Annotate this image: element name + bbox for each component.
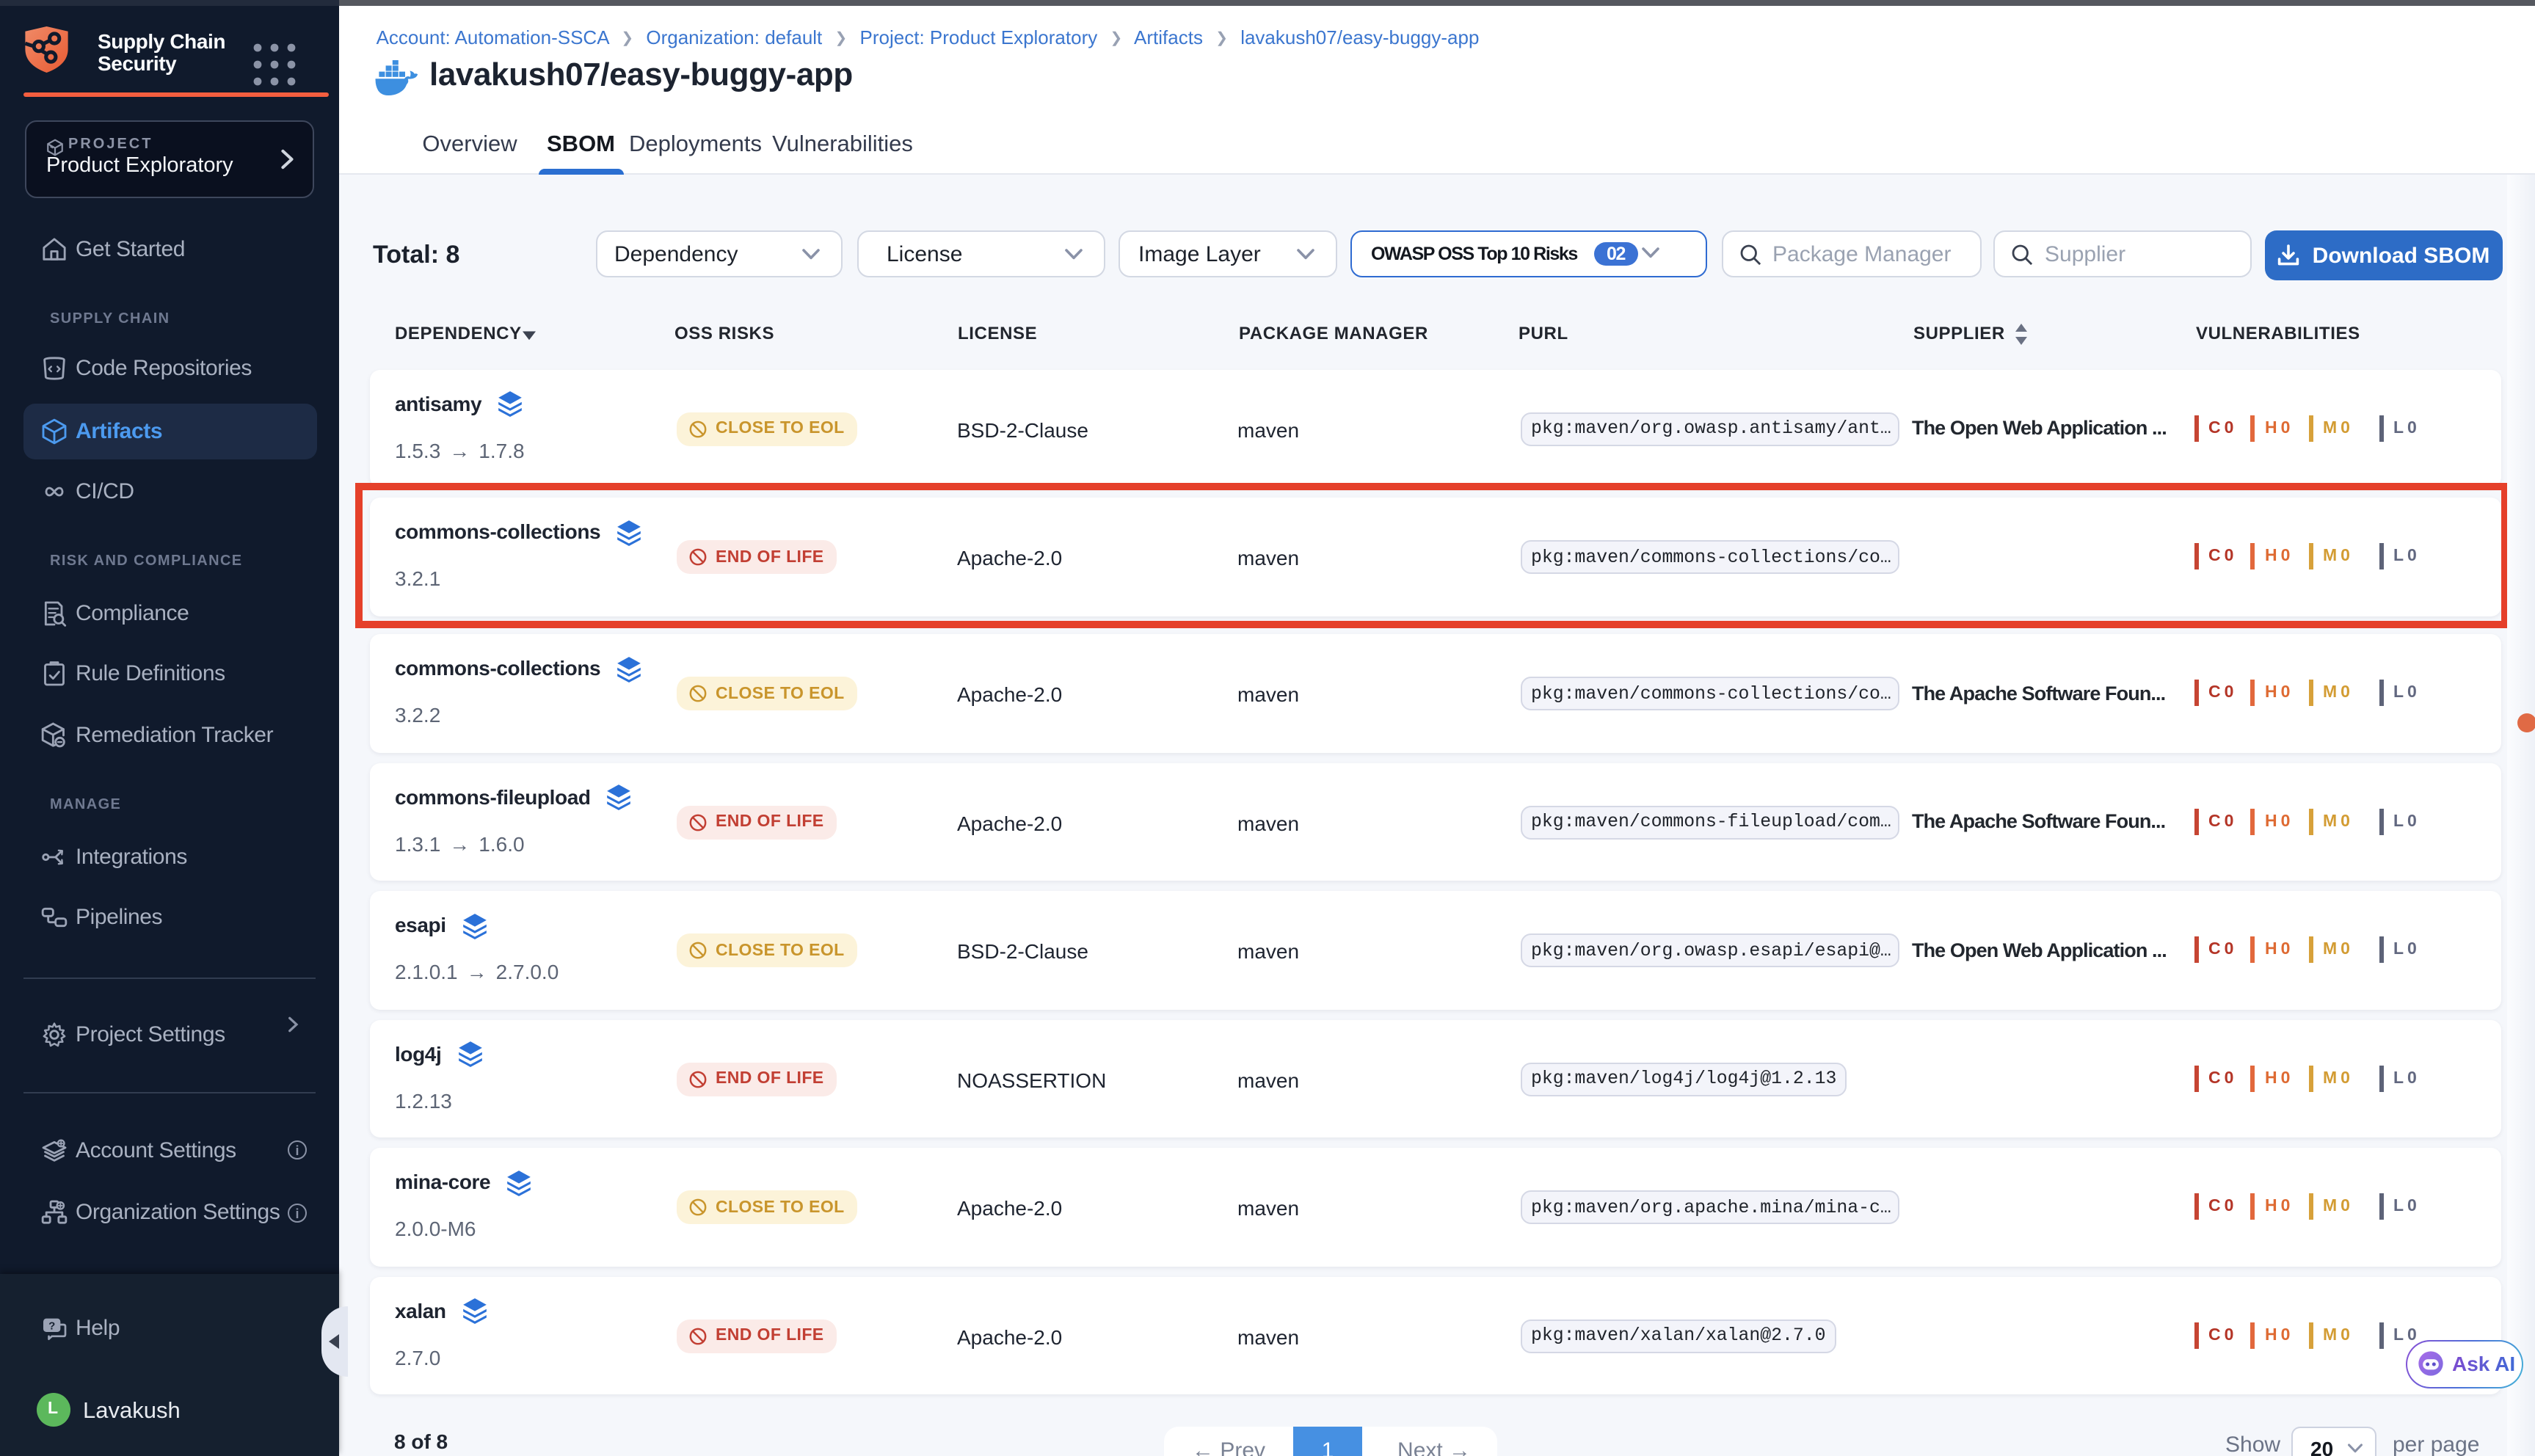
svg-text:?: ? (48, 1319, 54, 1331)
